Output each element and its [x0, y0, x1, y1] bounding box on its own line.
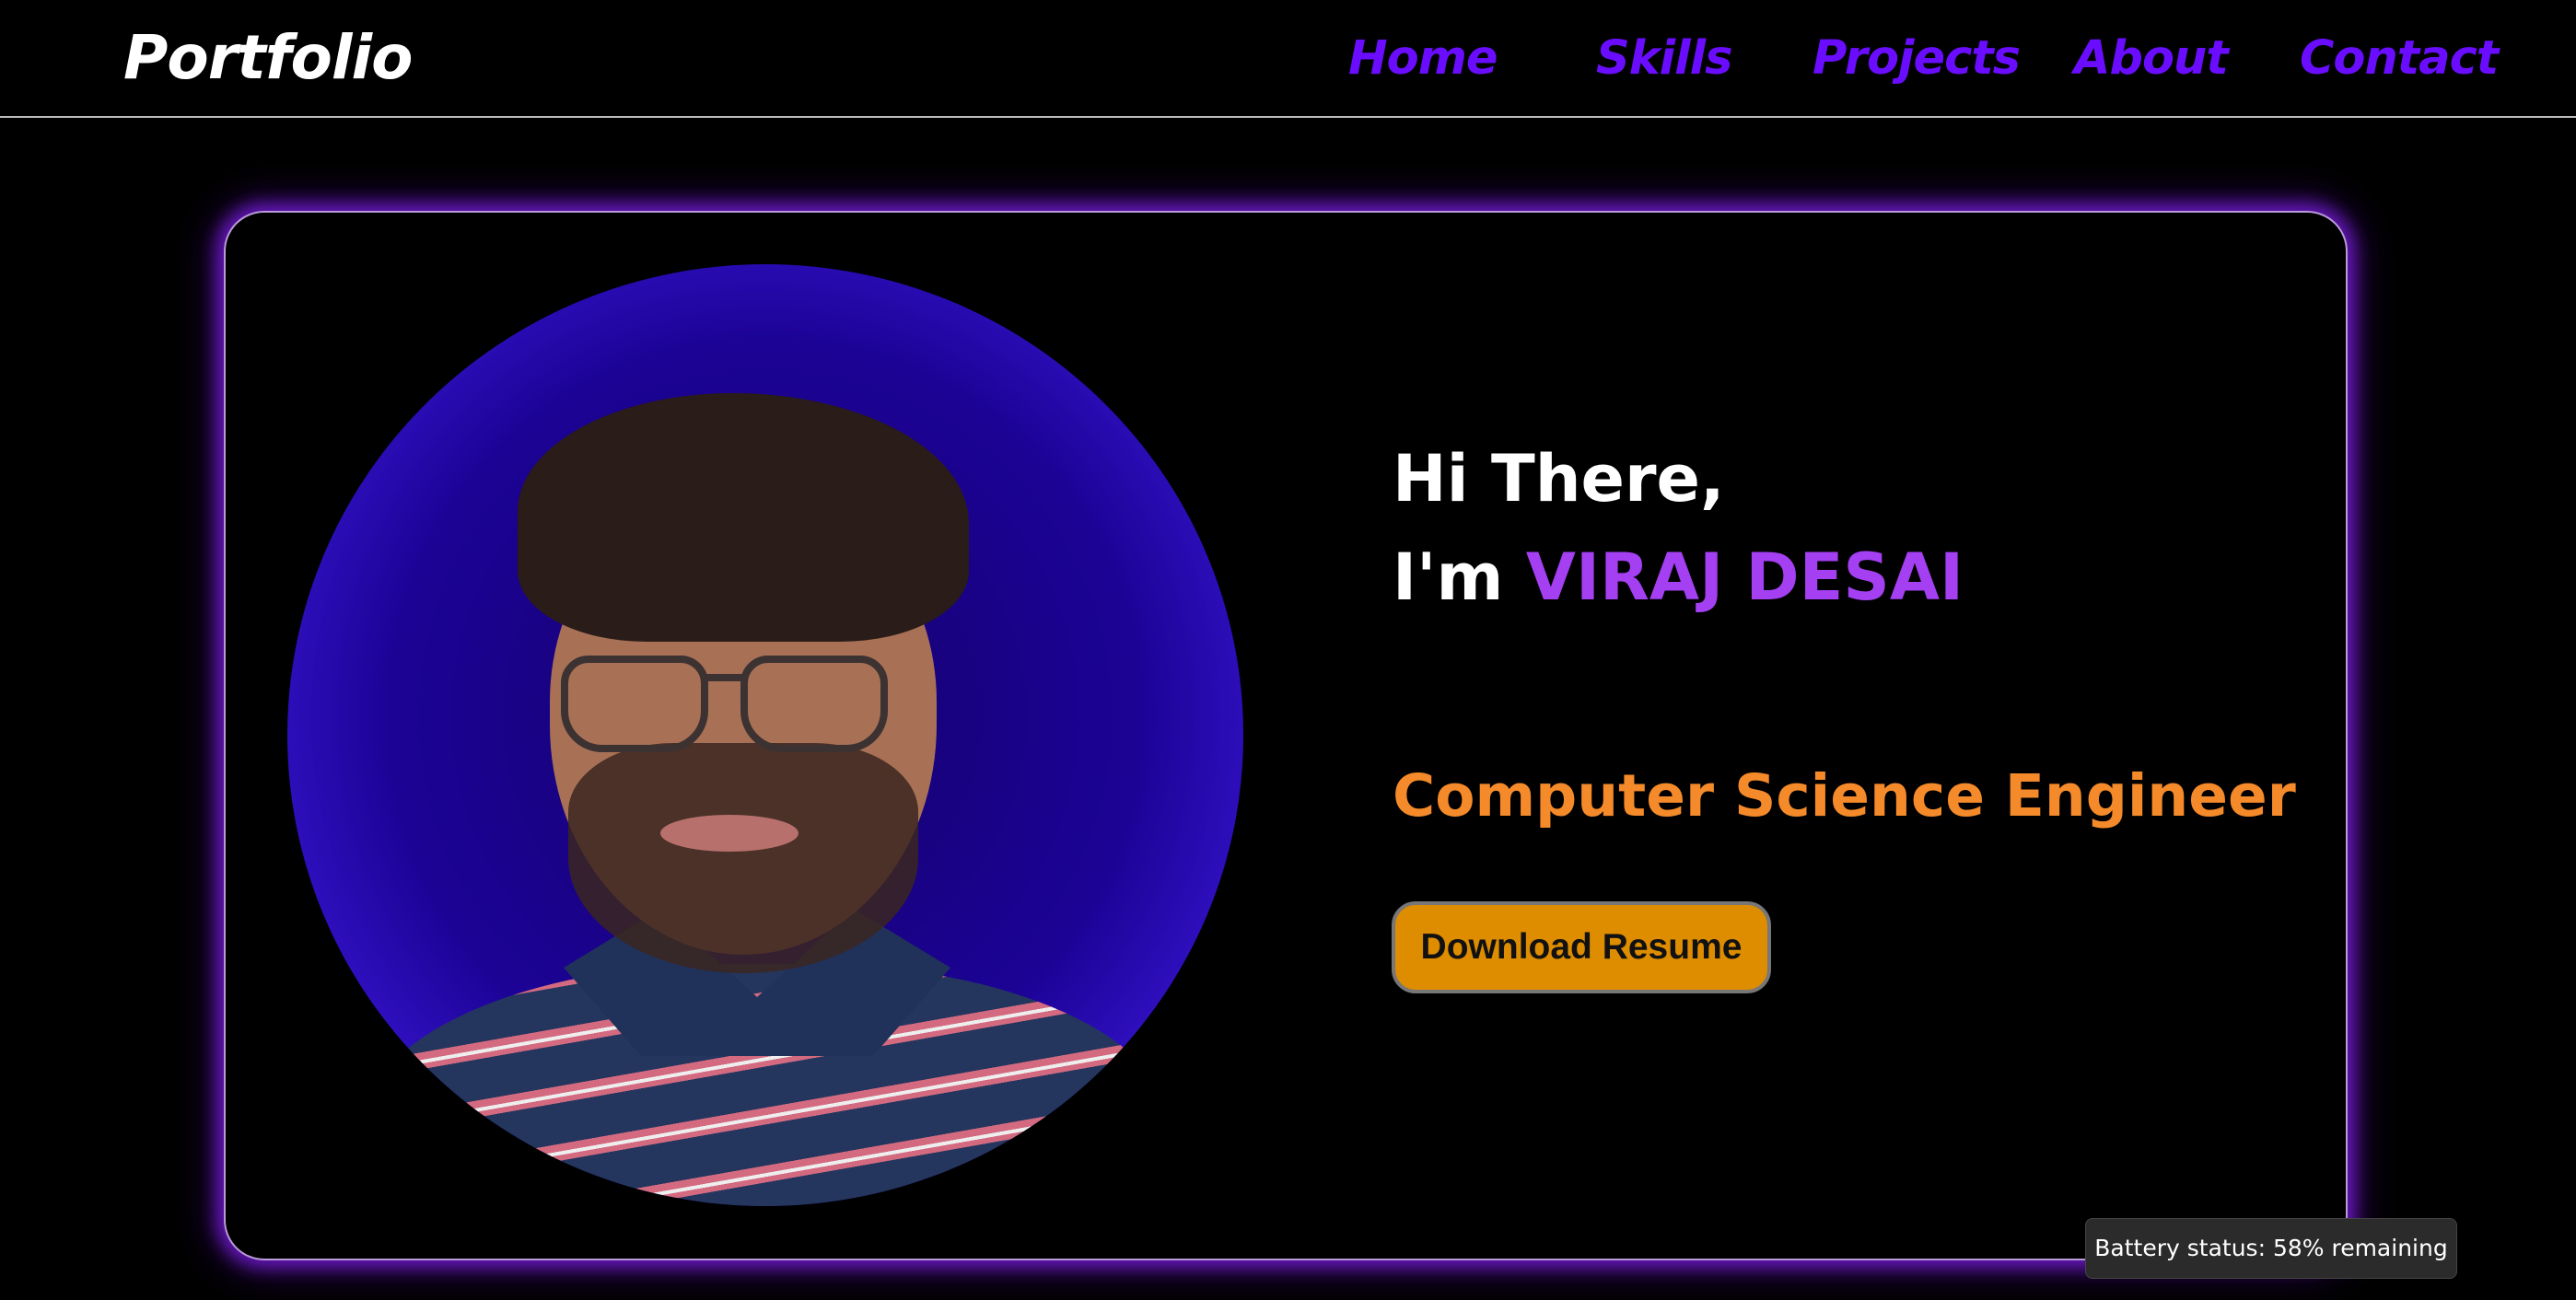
glasses-bridge-icon — [706, 674, 743, 681]
nav-link-about[interactable]: About — [2074, 31, 2229, 86]
nav-link-skills[interactable]: Skills — [1596, 31, 1732, 86]
hero-intro: I'm VIRAJ DESAI — [1393, 545, 1964, 609]
battery-status-tooltip: Battery status: 58% remaining — [2085, 1218, 2457, 1279]
hero-greeting: Hi There, — [1393, 441, 1725, 517]
download-resume-button[interactable]: Download Resume — [1392, 901, 1771, 993]
navbar: Portfolio Home Skills Projects About Con… — [0, 0, 2576, 118]
hero-name: VIRAJ DESAI — [1525, 540, 1964, 615]
nav-link-home[interactable]: Home — [1348, 31, 1498, 86]
profile-avatar — [287, 264, 1243, 1206]
glasses-right-icon — [740, 656, 888, 752]
glasses-left-icon — [561, 656, 708, 752]
logo[interactable]: Portfolio — [123, 22, 413, 93]
avatar-hair — [518, 393, 969, 642]
hero-intro-prefix: I'm — [1393, 540, 1526, 615]
hero-subtitle: Computer Science Engineer — [1393, 762, 2296, 830]
avatar-beard — [568, 743, 918, 973]
nav-link-contact[interactable]: Contact — [2300, 31, 2499, 86]
nav-link-projects[interactable]: Projects — [1813, 31, 2021, 86]
avatar-lips — [660, 815, 798, 852]
